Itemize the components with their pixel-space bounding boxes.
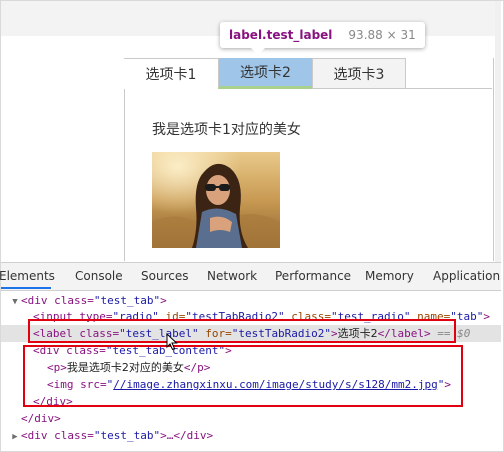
dom-node-div-test-tab[interactable]: ▼ <div class="test_tab">	[9, 292, 167, 311]
tooltip-caret	[251, 48, 265, 55]
tag-text: </div>	[21, 412, 61, 425]
annotation-box-label	[28, 319, 456, 343]
tooltip-size: 93.88 × 31	[348, 28, 416, 42]
tag-text: >	[160, 294, 167, 307]
tag-text: <div class=	[21, 429, 94, 442]
attr-value: "test_tab"	[93, 429, 161, 442]
devtools-tab-console[interactable]: Console	[75, 269, 123, 283]
devtools-tabbar: Elements Console Sources Network Perform…	[0, 263, 501, 291]
tooltip-selector: label.test_label	[229, 28, 333, 42]
devtools-tab-performance[interactable]: Performance	[275, 269, 351, 283]
annotation-box-content	[23, 345, 463, 407]
dom-node-div-close-outer[interactable]: </div>	[21, 410, 61, 427]
devtools-tab-network[interactable]: Network	[207, 269, 257, 283]
tag-text: >…</div>	[160, 429, 214, 442]
expanded-triangle-icon[interactable]: ▼	[9, 294, 21, 311]
attr-value: "test_tab"	[93, 294, 161, 307]
page-scroll-edge	[495, 1, 501, 262]
tab-1[interactable]: 选项卡1	[124, 58, 218, 89]
tab-2[interactable]: 选项卡2	[218, 58, 312, 89]
devtools-tab-elements[interactable]: Elements	[0, 269, 55, 283]
inspect-tooltip: label.test_label 93.88 × 31	[220, 22, 425, 48]
tag-text: >	[483, 310, 491, 323]
devtools-tab-memory[interactable]: Memory	[365, 269, 414, 283]
tab-3[interactable]: 选项卡3	[312, 58, 406, 89]
tab-list: 选项卡1 选项卡2 选项卡3	[124, 58, 406, 89]
devtools-active-indicator	[1, 287, 51, 289]
devtools-tab-sources[interactable]: Sources	[141, 269, 188, 283]
tab-divider	[312, 88, 492, 89]
tab-content-text: 我是选项卡1对应的美女	[152, 122, 301, 138]
woman-photo-image	[152, 152, 280, 248]
collapsed-triangle-icon[interactable]: ▶	[9, 429, 21, 446]
tag-text: <div class=	[21, 294, 94, 307]
mouse-cursor-icon	[166, 333, 178, 351]
tab-content-image	[152, 152, 280, 248]
devtools-tab-application[interactable]: Application	[433, 269, 500, 283]
dom-node-div-test-tab-collapsed[interactable]: ▶ <div class="test_tab">…</div>	[9, 427, 213, 444]
